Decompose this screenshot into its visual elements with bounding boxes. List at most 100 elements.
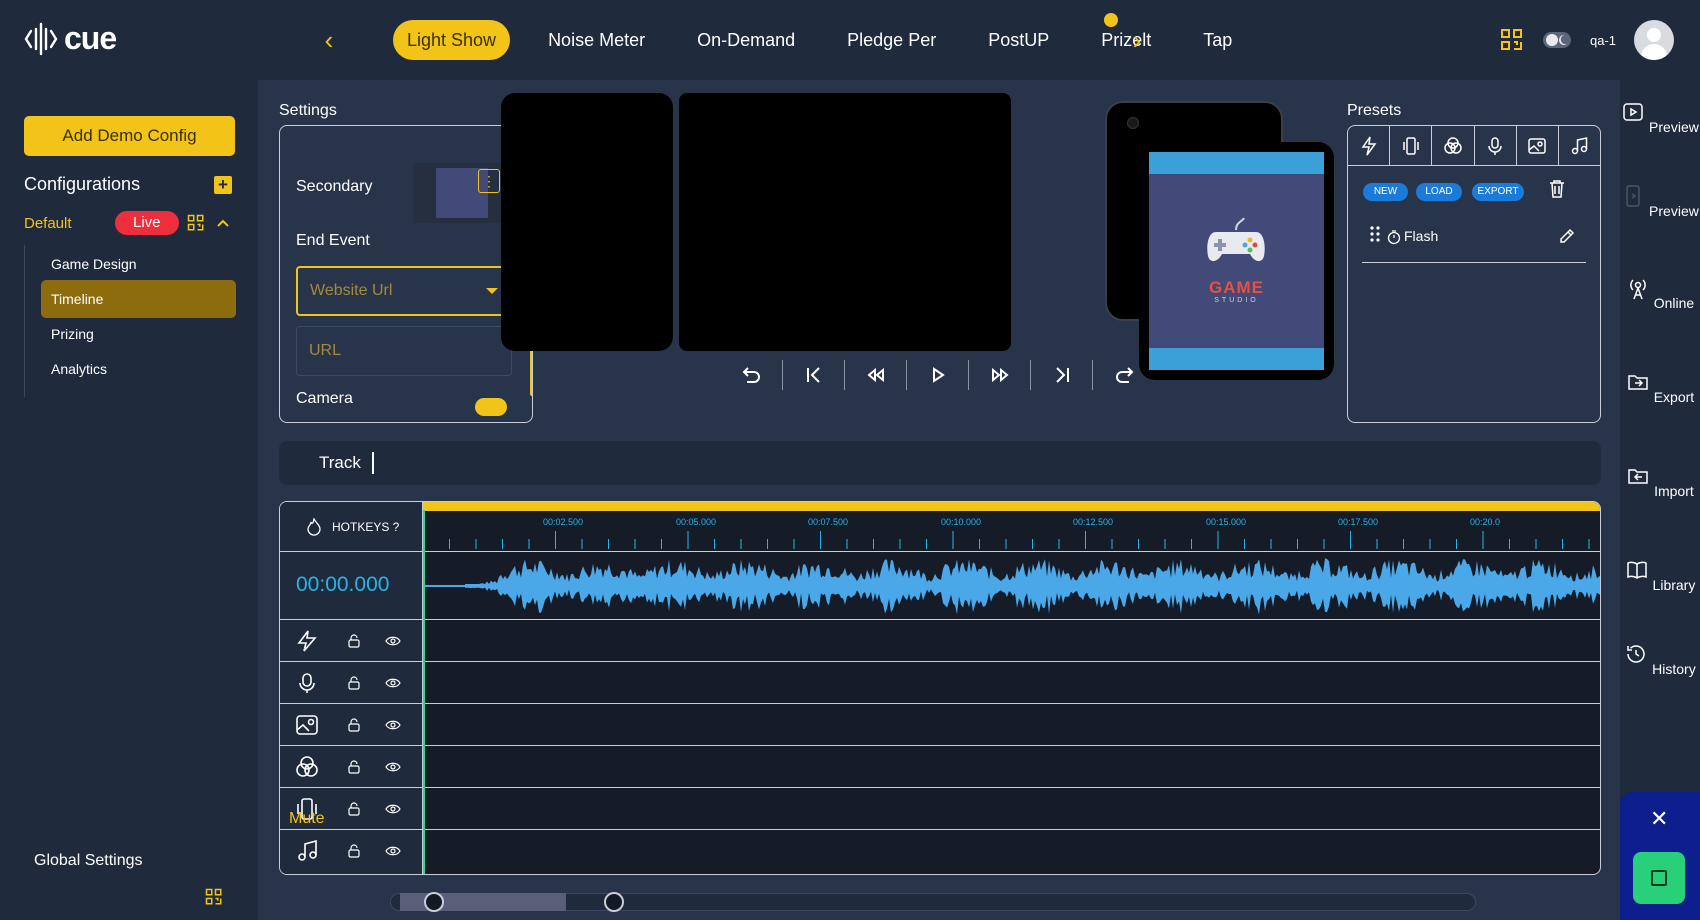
zoom-slider-end-handle[interactable]: [604, 892, 624, 912]
playhead[interactable]: [423, 510, 425, 874]
presets-title: Presets: [1347, 102, 1402, 119]
theme-toggle-icon[interactable]: [1542, 30, 1572, 50]
tab-noise-meter[interactable]: Noise Meter: [534, 20, 659, 60]
add-demo-config-button[interactable]: Add Demo Config: [24, 116, 235, 156]
tab-tap[interactable]: Tap: [1189, 20, 1246, 60]
music-lane[interactable]: [423, 830, 1600, 872]
audio-waveform-lane[interactable]: [423, 552, 1600, 620]
rail-online[interactable]: Online: [1620, 276, 1700, 311]
image-icon: [1528, 137, 1547, 154]
sidebar-item-timeline[interactable]: Timeline: [41, 280, 236, 318]
preset-list-item[interactable]: Flash: [1362, 221, 1586, 263]
vibrate-lane[interactable]: [423, 788, 1600, 830]
rail-preview[interactable]: Preview: [1620, 100, 1700, 135]
rail-history[interactable]: History: [1620, 642, 1700, 677]
eye-icon[interactable]: [385, 676, 401, 690]
eye-icon[interactable]: [385, 760, 401, 774]
rail-phone-preview[interactable]: Preview: [1620, 184, 1700, 219]
sidebar-item-game-design[interactable]: Game Design: [41, 245, 236, 283]
user-avatar[interactable]: [1634, 20, 1674, 60]
load-preset-button[interactable]: LOAD: [1416, 183, 1462, 201]
skip-to-end-button[interactable]: [1031, 360, 1093, 390]
microphone-icon: [299, 673, 315, 693]
fast-forward-button[interactable]: [969, 360, 1031, 390]
tabs-next-arrow-icon[interactable]: ›: [1125, 26, 1149, 54]
flash-lane[interactable]: [423, 620, 1600, 662]
history-icon: [1627, 645, 1646, 663]
unlock-icon[interactable]: [347, 844, 361, 858]
time-ruler[interactable]: 00:02.500 00:05.000 00:07.500 00:10.000 …: [423, 511, 1600, 552]
timeline-range-bar[interactable]: [423, 502, 1600, 511]
configurations-title: Configurations: [24, 174, 141, 194]
preset-tab-vibrate[interactable]: [1390, 126, 1433, 165]
eye-icon[interactable]: [385, 718, 401, 732]
default-config-row[interactable]: Default Live: [24, 211, 231, 235]
preset-type-tabs: [1348, 126, 1600, 166]
ruler-tick-label: 00:15.000: [1206, 517, 1247, 527]
sidebar-item-prizing[interactable]: Prizing: [41, 315, 236, 353]
camera-toggle[interactable]: [475, 398, 507, 416]
redo-button[interactable]: [1093, 360, 1155, 390]
ruler-tick-label: 00:12.500: [1073, 517, 1114, 527]
more-options-icon[interactable]: ⋮: [478, 169, 500, 193]
preset-tab-music[interactable]: [1559, 126, 1600, 165]
qr-code-icon[interactable]: [1500, 28, 1524, 52]
cue-logo[interactable]: cue: [24, 20, 117, 57]
phone-preview: GAME STUDIO: [1139, 142, 1334, 380]
end-event-select[interactable]: Website Url: [296, 266, 512, 316]
phone-preview-icon: [1626, 185, 1640, 207]
mute-toggle[interactable]: Mute: [289, 810, 325, 828]
add-configuration-icon[interactable]: +: [214, 176, 232, 194]
tab-pledge-per[interactable]: Pledge Per: [833, 20, 950, 60]
close-icon[interactable]: ✕: [1650, 808, 1668, 830]
track-row-image: [280, 704, 423, 746]
default-config-label[interactable]: Default: [24, 215, 115, 232]
unlock-icon[interactable]: [347, 718, 361, 732]
unlock-icon[interactable]: [347, 802, 361, 816]
rail-import[interactable]: Import: [1620, 464, 1700, 499]
tabs-prev-arrow-icon[interactable]: ‹: [317, 26, 341, 54]
stop-button[interactable]: [1633, 852, 1685, 904]
unlock-icon[interactable]: [347, 760, 361, 774]
trash-icon[interactable]: [1548, 179, 1566, 199]
audio-lane[interactable]: [423, 662, 1600, 704]
unlock-icon[interactable]: [347, 676, 361, 690]
chevron-up-icon[interactable]: [215, 215, 231, 231]
skip-to-start-button[interactable]: [783, 360, 845, 390]
tab-postup[interactable]: PostUP: [974, 20, 1063, 60]
secondary-thumbnail[interactable]: ⋮: [413, 163, 513, 223]
preset-tab-flash[interactable]: [1348, 126, 1391, 165]
play-button[interactable]: [907, 360, 969, 390]
new-preset-button[interactable]: NEW: [1363, 183, 1408, 201]
unlock-icon[interactable]: [347, 634, 361, 648]
vibrate-icon: [1403, 136, 1419, 155]
global-settings-qr-icon[interactable]: [205, 888, 223, 906]
zoom-slider-start-handle[interactable]: [424, 892, 444, 912]
image-lane[interactable]: [423, 704, 1600, 746]
rail-library[interactable]: Library: [1620, 558, 1700, 593]
drag-handle-icon[interactable]: [1370, 226, 1380, 242]
tab-light-show[interactable]: Light Show: [393, 20, 511, 60]
edit-pencil-icon[interactable]: [1558, 227, 1576, 245]
eye-icon[interactable]: [385, 844, 401, 858]
eye-icon[interactable]: [385, 802, 401, 816]
rail-export[interactable]: Export: [1620, 370, 1700, 405]
undo-icon: [742, 367, 760, 383]
preset-tab-image[interactable]: [1517, 126, 1559, 165]
global-settings-link[interactable]: Global Settings: [34, 852, 143, 870]
preset-tab-audio[interactable]: [1475, 126, 1517, 165]
export-preset-button[interactable]: EXPORT: [1472, 183, 1524, 201]
url-input[interactable]: URL: [296, 326, 512, 376]
preset-tab-color[interactable]: [1432, 126, 1475, 165]
tab-on-demand[interactable]: On-Demand: [683, 20, 809, 60]
rewind-button[interactable]: [845, 360, 907, 390]
waveform-shape: [465, 558, 1600, 615]
color-lane[interactable]: [423, 746, 1600, 788]
eye-icon[interactable]: [385, 634, 401, 648]
sidebar-item-analytics[interactable]: Analytics: [41, 350, 236, 388]
hotkeys-label: HOTKEYS ?: [332, 520, 400, 534]
preset-label: Flash: [1404, 228, 1439, 244]
hotkeys-button[interactable]: HOTKEYS ?: [280, 502, 423, 552]
undo-button[interactable]: [721, 360, 783, 390]
config-qr-icon[interactable]: [187, 214, 205, 232]
